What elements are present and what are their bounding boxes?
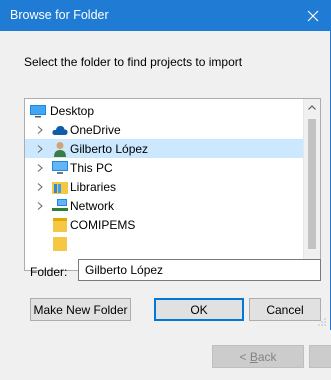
back-button-prefix: <: [239, 349, 250, 364]
folder-label: Folder:: [30, 265, 68, 279]
chevron-right-icon[interactable]: [35, 144, 45, 154]
make-new-folder-button[interactable]: Make New Folder: [30, 298, 131, 321]
browse-for-folder-dialog: Browse for Folder Select the folder to f…: [0, 0, 331, 330]
tree-item-desktop[interactable]: Desktop: [25, 101, 305, 120]
chevron-right-icon[interactable]: [35, 182, 45, 192]
this-pc-icon: [52, 160, 68, 176]
close-button[interactable]: [295, 0, 331, 31]
tree-item-label: Network: [70, 198, 115, 213]
back-button-rest: ack: [257, 349, 277, 364]
folder-icon: [52, 217, 68, 233]
libraries-icon: [52, 179, 68, 195]
tree-item-network[interactable]: Network: [25, 196, 305, 215]
next-button-partial[interactable]: [309, 345, 331, 368]
tree-item-label: Desktop: [50, 103, 95, 118]
title-bar[interactable]: Browse for Folder: [0, 0, 331, 31]
resize-grip-icon[interactable]: [318, 318, 326, 326]
dialog-prompt: Select the folder to find projects to im…: [24, 55, 243, 69]
tree-item-onedrive[interactable]: OneDrive: [25, 120, 305, 139]
folder-icon: [52, 236, 68, 252]
tree-item-partial[interactable]: [25, 234, 305, 253]
chevron-right-icon[interactable]: [35, 201, 45, 211]
user-folder-icon: [52, 141, 68, 157]
tree-item-label: OneDrive: [70, 122, 121, 137]
scroll-up-arrow-icon[interactable]: [304, 99, 320, 116]
tree-item-user-folder[interactable]: Gilberto López: [25, 139, 305, 158]
onedrive-cloud-icon: [52, 122, 68, 138]
close-icon: [307, 10, 319, 21]
tree-item-label: COMIPEMS: [70, 217, 136, 232]
chevron-right-icon[interactable]: [35, 125, 45, 135]
desktop-icon: [30, 103, 46, 119]
back-button[interactable]: < Back: [212, 345, 304, 368]
ok-button[interactable]: OK: [154, 298, 244, 321]
scrollbar-thumb[interactable]: [308, 119, 316, 249]
tree-item-comipems[interactable]: COMIPEMS: [25, 215, 305, 234]
folder-tree[interactable]: Desktop OneDrive Gilberto López This PC …: [24, 98, 321, 271]
tree-item-label: Libraries: [70, 179, 117, 194]
folder-input[interactable]: [78, 259, 321, 281]
cancel-button[interactable]: Cancel: [249, 298, 321, 321]
tree-item-this-pc[interactable]: This PC: [25, 158, 305, 177]
dialog-title: Browse for Folder: [10, 8, 109, 22]
tree-scrollbar[interactable]: [303, 99, 320, 270]
back-button-mnemonic: B: [249, 349, 258, 364]
chevron-right-icon[interactable]: [35, 163, 45, 173]
tree-item-label: Gilberto López: [70, 141, 149, 156]
tree-item-label: This PC: [70, 160, 113, 175]
network-icon: [52, 198, 68, 214]
tree-item-libraries[interactable]: Libraries: [25, 177, 305, 196]
